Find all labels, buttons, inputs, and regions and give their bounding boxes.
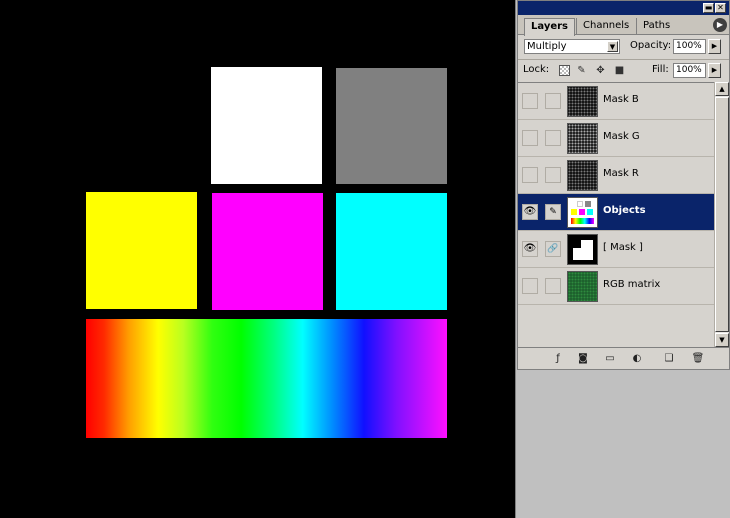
new-layer-icon[interactable]: ❑ [661,352,677,366]
lock-options-row: Lock: ✎ ✥ ■ Fill: 100% ▶ [518,59,729,81]
lock-all-icon[interactable]: ■ [614,65,625,76]
layer-list-scrollbar[interactable]: ▲ ▼ [714,82,729,347]
tab-layers[interactable]: Layers [524,18,575,36]
layer-thumbnail [567,160,598,191]
layer-name: Objects [603,205,646,216]
minimize-icon[interactable]: ▬ [703,3,714,13]
brush-icon[interactable]: ✎ [545,204,561,220]
trash-icon[interactable]: 🗑 [690,352,706,366]
thumb-square [571,209,577,215]
layer-thumbnail [567,86,598,117]
link-icon[interactable]: 🔗 [545,241,561,257]
add-mask-icon[interactable]: ◙ [575,352,591,366]
adjustment-layer-icon[interactable]: ◐ [629,352,645,366]
opacity-slider-arrow-icon[interactable]: ▶ [708,39,721,54]
spectrum-gradient [86,319,447,438]
layer-thumbnail [567,271,598,302]
layer-thumbnail [567,197,598,228]
layer-row-mask-g[interactable]: Mask G [518,120,714,157]
thumb-square [577,201,583,207]
visibility-toggle[interactable] [522,278,538,294]
link-toggle[interactable] [545,93,561,109]
thumb-square [573,248,593,260]
lock-brush-icon[interactable]: ✎ [576,65,587,76]
new-set-folder-icon[interactable]: ▭ [602,352,618,366]
layer-row-mask-r[interactable]: Mask R [518,157,714,194]
blend-mode-select[interactable]: Multiply ▼ [524,39,620,54]
thumb-square [587,209,593,215]
link-toggle[interactable] [545,167,561,183]
layer-row-rgb-matrix[interactable]: RGB matrix [518,268,714,305]
layer-name: Mask G [603,131,640,142]
document-canvas[interactable] [0,0,516,518]
tab-paths[interactable]: Paths [636,18,676,35]
scroll-down-icon[interactable]: ▼ [715,333,729,347]
layer-thumbnail [567,123,598,154]
fill-slider-arrow-icon[interactable]: ▶ [708,63,721,78]
gray-swatch [336,68,447,184]
thumb-spectrum [571,218,594,224]
layer-name: Mask R [603,168,639,179]
layer-name: [ Mask ] [603,242,643,253]
scroll-up-icon[interactable]: ▲ [715,82,729,96]
link-toggle[interactable] [545,278,561,294]
lock-transparency-icon[interactable] [559,65,570,76]
layer-list: Mask B Mask G Mask R 👁 ✎ Objects 👁 🔗 [M… [518,82,714,347]
chevron-down-icon[interactable]: ▼ [607,41,618,52]
lock-move-icon[interactable]: ✥ [595,65,606,76]
opacity-field[interactable]: 100% [673,39,706,54]
visibility-toggle[interactable] [522,130,538,146]
layer-name: RGB matrix [603,279,661,290]
eye-icon[interactable]: 👁 [522,204,538,220]
layer-row-mask-b[interactable]: Mask B [518,83,714,120]
magenta-swatch [212,193,323,310]
palette-footer: ƒ ◙ ▭ ◐ ❑ 🗑 [518,347,729,369]
lock-label: Lock: [523,64,550,75]
cyan-swatch [336,193,447,310]
thumb-square [585,201,591,207]
tab-channels[interactable]: Channels [576,18,635,35]
eye-icon[interactable]: 👁 [522,241,538,257]
yellow-swatch [86,192,197,309]
thumb-square [579,209,585,215]
visibility-toggle[interactable] [522,167,538,183]
palette-title-bar[interactable]: ▬ ✕ [518,1,729,15]
blend-mode-value: Multiply [527,41,567,52]
visibility-toggle[interactable] [522,93,538,109]
layer-name: Mask B [603,94,639,105]
layers-palette: ▬ ✕ Layers Channels Paths ▶ Multiply ▼ O… [517,0,730,370]
layer-style-icon[interactable]: ƒ [550,352,566,366]
close-icon[interactable]: ✕ [715,3,726,13]
white-swatch [211,67,322,184]
panel-menu-arrow-icon[interactable]: ▶ [713,18,727,32]
layer-row-mask[interactable]: 👁 🔗 [ Mask ] [518,231,714,268]
photoshop-workspace: ▬ ✕ Layers Channels Paths ▶ Multiply ▼ O… [0,0,730,518]
fill-field[interactable]: 100% [673,63,706,78]
opacity-label: Opacity: [630,40,672,51]
layer-row-objects[interactable]: 👁 ✎ Objects [518,194,714,231]
layer-thumbnail [567,234,598,265]
fill-label: Fill: [652,64,669,75]
link-toggle[interactable] [545,130,561,146]
palette-tabs: Layers Channels Paths ▶ [518,15,729,36]
scrollbar-thumb[interactable] [715,97,729,332]
blend-options-row: Multiply ▼ Opacity: 100% ▶ [518,36,729,58]
